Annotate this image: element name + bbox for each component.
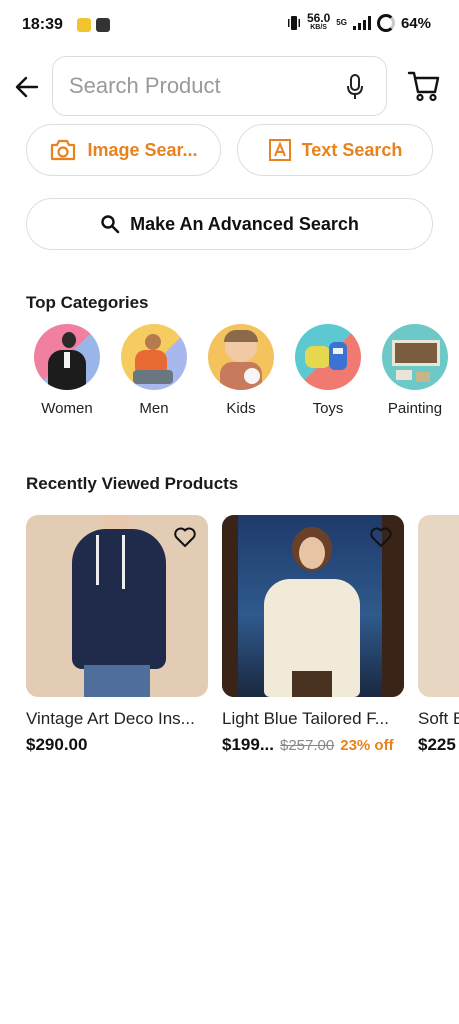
microphone-icon	[347, 74, 363, 99]
category-kids[interactable]: Kids	[201, 324, 281, 417]
category-label: Toys	[312, 400, 344, 417]
men-category-image	[121, 324, 187, 390]
category-toys[interactable]: Toys	[288, 324, 368, 417]
product-image	[418, 515, 459, 697]
category-painting[interactable]: Painting	[375, 324, 455, 417]
back-button[interactable]	[12, 72, 42, 102]
notification-app-icon	[77, 18, 91, 32]
text-search-label: Text Search	[301, 139, 403, 160]
product-card[interactable]: Vintage Art Deco Ins... $290.00	[26, 515, 208, 755]
battery-level: 64%	[400, 14, 431, 32]
advanced-search-label: Make An Advanced Search	[130, 213, 359, 234]
network-speed: 56.0 KB/S	[306, 11, 331, 32]
cart-button[interactable]	[404, 68, 444, 104]
women-category-image	[34, 324, 100, 390]
heart-icon	[370, 527, 392, 547]
status-indicators: 56.0 KB/S 5G 64%	[287, 11, 431, 32]
heart-icon	[174, 527, 196, 547]
categories-title: Top Categories	[26, 293, 149, 312]
price-row: $290.00	[26, 735, 208, 755]
vibrate-icon	[287, 16, 300, 30]
image-search-label: Image Sear...	[87, 139, 198, 160]
product-title: Light Blue Tailored F...	[222, 709, 389, 728]
price-row: $199... $257.00 23% off	[222, 735, 404, 755]
kids-category-image	[208, 324, 274, 390]
text-search-icon	[268, 139, 291, 161]
back-arrow-icon	[15, 76, 39, 98]
product-card[interactable]: Soft B $225	[418, 515, 459, 755]
signal-icon	[352, 16, 371, 30]
product-image	[26, 515, 208, 697]
favorite-button[interactable]	[172, 525, 198, 549]
battery-icon	[376, 14, 395, 32]
search-input[interactable]	[69, 73, 329, 99]
product-price: $290.00	[26, 735, 88, 754]
status-bar: 18:39 56.0 KB/S 5G 64%	[0, 0, 459, 52]
categories-list: Women Men Kids Toys Painting	[0, 324, 459, 424]
category-label: Men	[139, 400, 169, 417]
toys-category-image	[295, 324, 361, 390]
voice-search-button[interactable]	[342, 73, 368, 101]
painting-category-image	[382, 324, 448, 390]
product-card[interactable]: Light Blue Tailored F... $199... $257.00…	[222, 515, 404, 755]
network-speed-unit: KB/S	[310, 24, 327, 31]
search-bar[interactable]	[52, 56, 387, 116]
text-search-button[interactable]: Text Search	[237, 124, 433, 176]
cart-icon	[407, 71, 440, 102]
camera-icon	[51, 139, 76, 161]
status-time: 18:39	[22, 16, 63, 33]
category-men[interactable]: Men	[114, 324, 194, 417]
search-icon	[101, 215, 120, 234]
category-label: Women	[41, 400, 93, 417]
network-type: 5G	[336, 18, 347, 27]
network-speed-value: 56.0	[306, 11, 331, 25]
recently-viewed-title: Recently Viewed Products	[26, 474, 239, 493]
product-title: Soft B	[418, 709, 459, 728]
product-title: Vintage Art Deco Ins...	[26, 709, 195, 728]
category-women[interactable]: Women	[27, 324, 107, 417]
category-label: Kids	[226, 400, 256, 417]
product-price: $225	[418, 735, 456, 754]
image-search-button[interactable]: Image Sear...	[26, 124, 221, 176]
notification-app-icon	[96, 18, 110, 32]
category-label: Painting	[387, 400, 443, 417]
favorite-button[interactable]	[368, 525, 394, 549]
product-image	[222, 515, 404, 697]
recently-viewed-list: Vintage Art Deco Ins... $290.00 Light Bl…	[0, 515, 459, 765]
product-original-price: $257.00	[280, 737, 335, 754]
product-discount: 23% off	[340, 737, 394, 754]
product-price: $199...	[222, 735, 274, 754]
price-row: $225	[418, 735, 459, 755]
advanced-search-button[interactable]: Make An Advanced Search	[26, 198, 433, 250]
